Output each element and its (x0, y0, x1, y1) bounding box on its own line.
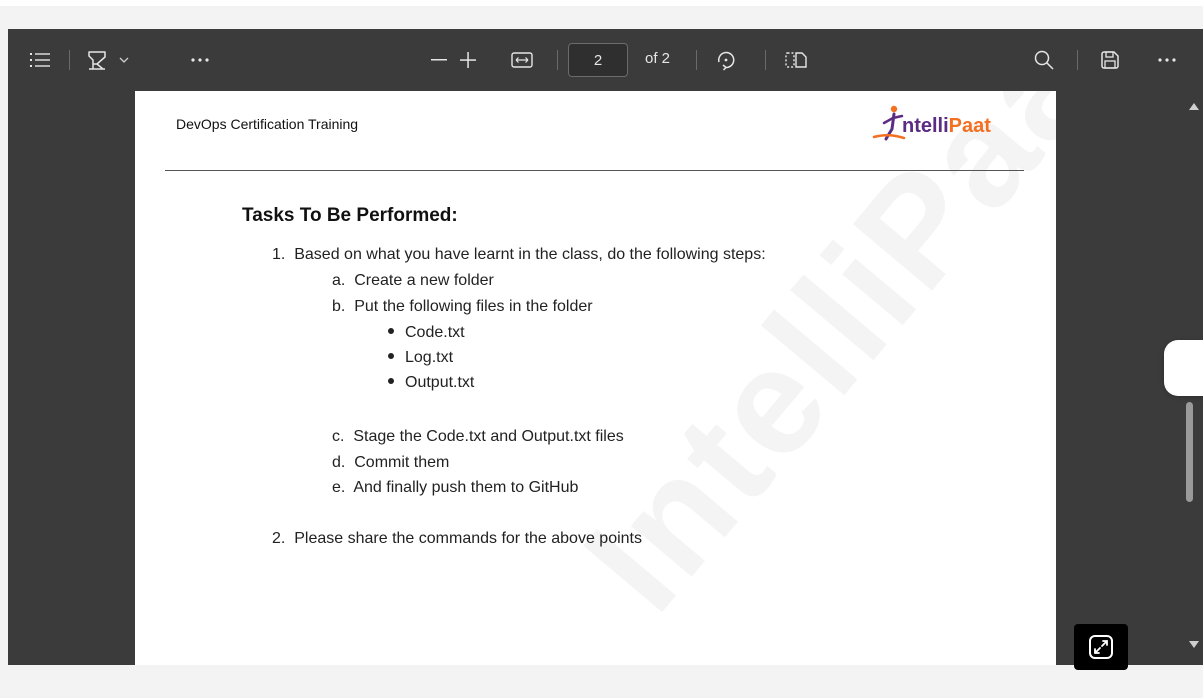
pdf-viewer: 2 of 2 IntelliPaat DevOps Certification … (8, 29, 1203, 665)
list-item: e. And finally push them to GitHub (332, 479, 579, 496)
list-item: 2. Please share the commands for the abo… (272, 530, 642, 547)
intellipaat-logo: ntelliPaat (872, 101, 1032, 145)
expand-button[interactable] (1074, 624, 1128, 670)
toolbar-separator (1077, 50, 1078, 70)
list-item: 1. Based on what you have learnt in the … (272, 246, 766, 263)
chevron-down-icon[interactable] (117, 53, 131, 67)
list-item: a. Create a new folder (332, 272, 494, 289)
scroll-up-icon[interactable] (1188, 101, 1200, 111)
toolbar-separator (69, 50, 70, 70)
pdf-page: IntelliPaat DevOps Certification Trainin… (135, 91, 1056, 665)
watermark: IntelliPaat (551, 91, 1056, 641)
page-count: of 2 (645, 50, 671, 67)
list-item: Log.txt (388, 349, 453, 367)
side-panel-tab[interactable] (1164, 340, 1203, 396)
scroll-down-icon[interactable] (1188, 640, 1200, 650)
header-divider (165, 170, 1024, 171)
bullet-icon (388, 352, 394, 359)
search-icon[interactable] (1032, 48, 1056, 72)
contents-list-icon[interactable] (28, 48, 52, 72)
list-item: c. Stage the Code.txt and Output.txt fil… (332, 428, 624, 445)
logo-text-part2: Paat (948, 115, 991, 137)
plus-icon[interactable] (458, 50, 478, 70)
minus-icon[interactable] (429, 50, 449, 70)
scrollbar-thumb[interactable] (1186, 402, 1193, 502)
toolbar-separator (557, 50, 558, 70)
page-number-input[interactable]: 2 (568, 43, 628, 77)
document-title: Tasks To Be Performed: (242, 205, 458, 226)
save-icon[interactable] (1098, 48, 1122, 72)
rotate-icon[interactable] (714, 48, 738, 72)
bullet-icon (388, 377, 394, 384)
toolbar-separator (696, 50, 697, 70)
browser-top-strip (0, 0, 1203, 6)
list-item: b. Put the following files in the folder (332, 298, 593, 315)
more-icon[interactable] (1155, 51, 1179, 69)
more-icon[interactable] (188, 51, 212, 69)
page-view-icon[interactable] (783, 48, 809, 72)
toolbar-separator (765, 50, 766, 70)
document-header-text: DevOps Certification Training (176, 116, 359, 132)
expand-icon (1089, 635, 1113, 659)
pdf-toolbar: 2 of 2 (8, 29, 1203, 91)
highlight-pen-icon[interactable] (84, 47, 110, 73)
logo-text-part1: ntelli (902, 115, 949, 137)
list-item: Code.txt (388, 324, 465, 342)
list-item: d. Commit them (332, 454, 450, 471)
list-item: Output.txt (388, 374, 474, 392)
fit-width-icon[interactable] (510, 50, 534, 70)
bullet-icon (388, 327, 394, 334)
